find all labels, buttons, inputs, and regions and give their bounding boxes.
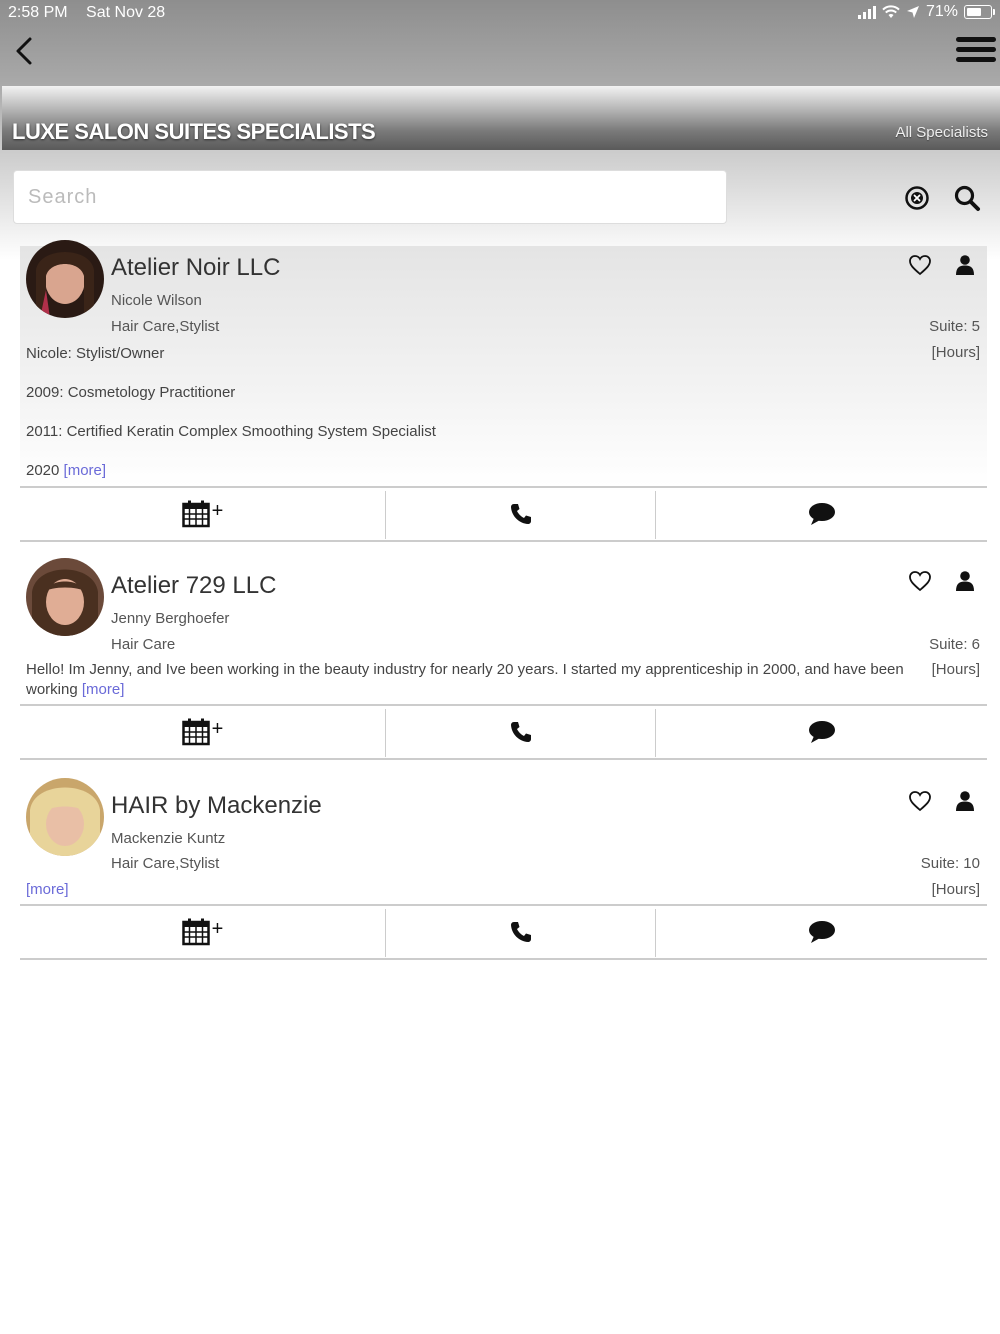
specialist-description-line: 2009: Cosmetology Practitioner <box>26 384 236 401</box>
description-text: working <box>26 681 78 698</box>
specialist-card: Atelier 729 LLC Jenny Berghoefer Hair Ca… <box>20 556 987 766</box>
avatar[interactable] <box>26 240 104 318</box>
calendar-add-icon <box>181 500 210 528</box>
specialist-description-line: working [more] <box>26 680 124 700</box>
chat-bubble-icon <box>808 721 835 743</box>
wifi-icon <box>882 5 900 18</box>
action-bar: + <box>20 904 987 960</box>
chat-bubble-icon <box>808 503 835 525</box>
hours-link[interactable]: [Hours] <box>932 344 980 361</box>
business-name[interactable]: Atelier 729 LLC <box>111 572 276 600</box>
avatar[interactable] <box>26 558 104 636</box>
more-link[interactable]: [more] <box>82 681 125 698</box>
person-icon[interactable] <box>955 570 975 592</box>
person-icon[interactable] <box>955 790 975 812</box>
action-bar: + <box>20 486 987 542</box>
phone-icon <box>510 722 531 742</box>
book-appointment-button[interactable]: + <box>20 488 385 540</box>
message-button[interactable] <box>656 906 987 958</box>
action-bar: + <box>20 704 987 760</box>
heart-icon[interactable] <box>908 790 932 812</box>
specialist-card: Atelier Noir LLC Nicole Wilson Hair Care… <box>20 240 987 546</box>
specialist-description-line: Hello! Im Jenny, and Ive been working in… <box>26 661 904 678</box>
hamburger-menu-icon[interactable] <box>956 32 996 66</box>
back-chevron-icon[interactable] <box>10 34 42 68</box>
specialist-name: Nicole Wilson <box>111 292 202 309</box>
description-text: 2020 <box>26 462 60 479</box>
specialist-category: Hair Care <box>111 636 176 653</box>
more-link[interactable]: [more] <box>26 881 69 898</box>
call-button[interactable] <box>386 706 655 758</box>
specialist-description-line: Nicole: Stylist/Owner <box>26 345 165 362</box>
heart-icon[interactable] <box>908 254 932 276</box>
calendar-add-icon <box>181 718 210 746</box>
location-arrow-icon <box>906 6 919 18</box>
suite-number: Suite: 6 <box>929 636 980 653</box>
specialist-name: Mackenzie Kuntz <box>111 830 226 847</box>
battery-icon <box>964 5 995 19</box>
heart-icon[interactable] <box>908 570 932 592</box>
book-appointment-button[interactable]: + <box>20 706 385 758</box>
hours-link[interactable]: [Hours] <box>932 881 980 898</box>
signal-icon <box>857 5 876 19</box>
status-time: 2:58 PM <box>8 4 68 21</box>
clear-search-icon[interactable] <box>904 185 930 211</box>
specialist-category: Hair Care,Stylist <box>111 855 220 872</box>
specialist-category: Hair Care,Stylist <box>111 318 220 335</box>
business-name[interactable]: Atelier Noir LLC <box>111 254 280 282</box>
specialist-name: Jenny Berghoefer <box>111 610 230 627</box>
status-date: Sat Nov 28 <box>86 4 166 21</box>
specialist-description-line: 2011: Certified Keratin Complex Smoothin… <box>26 423 436 440</box>
search-input[interactable] <box>13 170 727 224</box>
avatar[interactable] <box>26 778 104 856</box>
more-link[interactable]: [more] <box>64 462 107 479</box>
call-button[interactable] <box>386 488 655 540</box>
calendar-add-icon <box>181 918 210 946</box>
chat-bubble-icon <box>808 921 835 943</box>
suite-number: Suite: 10 <box>920 855 980 872</box>
person-icon[interactable] <box>955 254 975 276</box>
specialist-description-line: 2020 [more] <box>26 461 106 481</box>
book-appointment-button[interactable]: + <box>20 906 385 958</box>
search-icon[interactable] <box>953 184 981 212</box>
specialist-description-line: [more] <box>26 880 69 900</box>
specialist-card: HAIR by Mackenzie Mackenzie Kuntz Hair C… <box>20 776 987 966</box>
business-name[interactable]: HAIR by Mackenzie <box>111 792 322 820</box>
suite-number: Suite: 5 <box>929 318 980 335</box>
message-button[interactable] <box>656 488 987 540</box>
message-button[interactable] <box>656 706 987 758</box>
page-banner: LUXE SALON SUITES SPECIALISTS All Specia… <box>2 86 1000 150</box>
phone-icon <box>510 504 531 524</box>
hours-link[interactable]: [Hours] <box>932 661 980 678</box>
card-background <box>20 246 987 486</box>
battery-percent: 71% <box>925 3 958 20</box>
status-bar: 2:58 PM Sat Nov 28 71% <box>0 0 1000 26</box>
call-button[interactable] <box>386 906 655 958</box>
phone-icon <box>510 922 531 942</box>
page-title: LUXE SALON SUITES SPECIALISTS <box>12 119 376 144</box>
all-specialists-link[interactable]: All Specialists <box>895 124 988 141</box>
